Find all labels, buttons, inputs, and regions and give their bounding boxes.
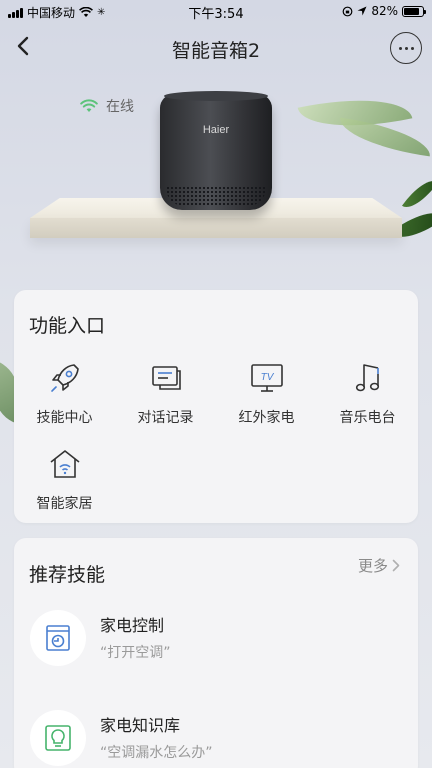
more-options-button[interactable] <box>390 32 422 64</box>
function-entry-title: 功能入口 <box>29 315 106 337</box>
online-status-label: 在线 <box>106 99 134 115</box>
recommended-skills-title: 推荐技能 <box>29 564 106 586</box>
wifi-status-icon <box>80 99 98 112</box>
rocket-icon <box>50 364 79 392</box>
skill-name: 家电控制 <box>100 616 165 635</box>
status-right: 82% <box>342 4 426 18</box>
function-label: 智能家居 <box>36 496 93 512</box>
function-smart-home[interactable]: 智能家居 <box>14 446 115 513</box>
skill-avatar <box>30 710 86 766</box>
function-infrared-appliance[interactable]: TV 红外家电 <box>216 360 317 427</box>
shelf-front <box>30 218 402 238</box>
skill-item-appliance-knowledge[interactable]: 家电知识库 “空调漏水怎么办” <box>14 710 418 768</box>
ellipsis-dot <box>404 46 408 50</box>
battery-percent: 82% <box>371 4 398 18</box>
chevron-right-icon <box>392 559 400 572</box>
location-arrow-icon <box>357 6 367 16</box>
online-status: 在线 <box>80 96 134 116</box>
page-title: 智能音箱2 <box>171 40 261 62</box>
status-bar: 中国移动 ✳ 下午3:54 82% <box>0 0 432 22</box>
function-label: 红外家电 <box>238 410 295 426</box>
appliance-control-icon <box>46 625 70 651</box>
speaker-brand-logo: Haier <box>202 124 230 136</box>
tv-icon: TV <box>250 364 283 392</box>
function-label: 技能中心 <box>36 410 93 426</box>
battery-fill <box>404 7 419 15</box>
chat-record-icon <box>151 366 181 390</box>
lightbulb-icon <box>45 725 71 751</box>
smart-home-icon <box>50 450 79 478</box>
orientation-lock-icon <box>342 6 353 16</box>
device-hero: 在线 Haier <box>0 74 432 284</box>
function-label: 音乐电台 <box>339 410 396 426</box>
smart-speaker-image: Haier <box>160 91 272 210</box>
battery-icon <box>402 5 426 17</box>
function-skill-center[interactable]: 技能中心 <box>14 360 115 427</box>
skill-avatar <box>30 610 86 666</box>
plant-leaf-decoration <box>401 173 432 215</box>
navigation-bar: 智能音箱2 <box>0 22 432 74</box>
music-note-icon <box>355 364 379 392</box>
ellipsis-dot <box>410 46 414 50</box>
more-skills-label: 更多 <box>357 557 388 575</box>
skill-name: 家电知识库 <box>100 716 181 735</box>
skill-example: “空调漏水怎么办” <box>100 745 213 761</box>
function-entry-card: 功能入口 技能中心 对话记录 TV 红外家电 音乐电台 智能家居 <box>14 290 418 523</box>
function-chat-record[interactable]: 对话记录 <box>115 360 216 427</box>
speaker-top <box>164 91 268 101</box>
tv-icon-text: TV <box>260 372 274 383</box>
plant-leaf-decoration <box>336 117 432 157</box>
skill-example: “打开空调” <box>100 645 171 661</box>
function-music-radio[interactable]: 音乐电台 <box>317 360 418 427</box>
more-skills-link[interactable]: 更多 <box>358 555 400 576</box>
recommended-skills-card: 推荐技能 更多 家电控制 “打开空调” 家电知识库 “空调漏水怎么办” <box>14 538 418 768</box>
ellipsis-dot <box>398 46 402 50</box>
skill-item-appliance-control[interactable]: 家电控制 “打开空调” <box>14 610 418 690</box>
function-label: 对话记录 <box>137 410 194 426</box>
speaker-mesh <box>166 186 266 206</box>
